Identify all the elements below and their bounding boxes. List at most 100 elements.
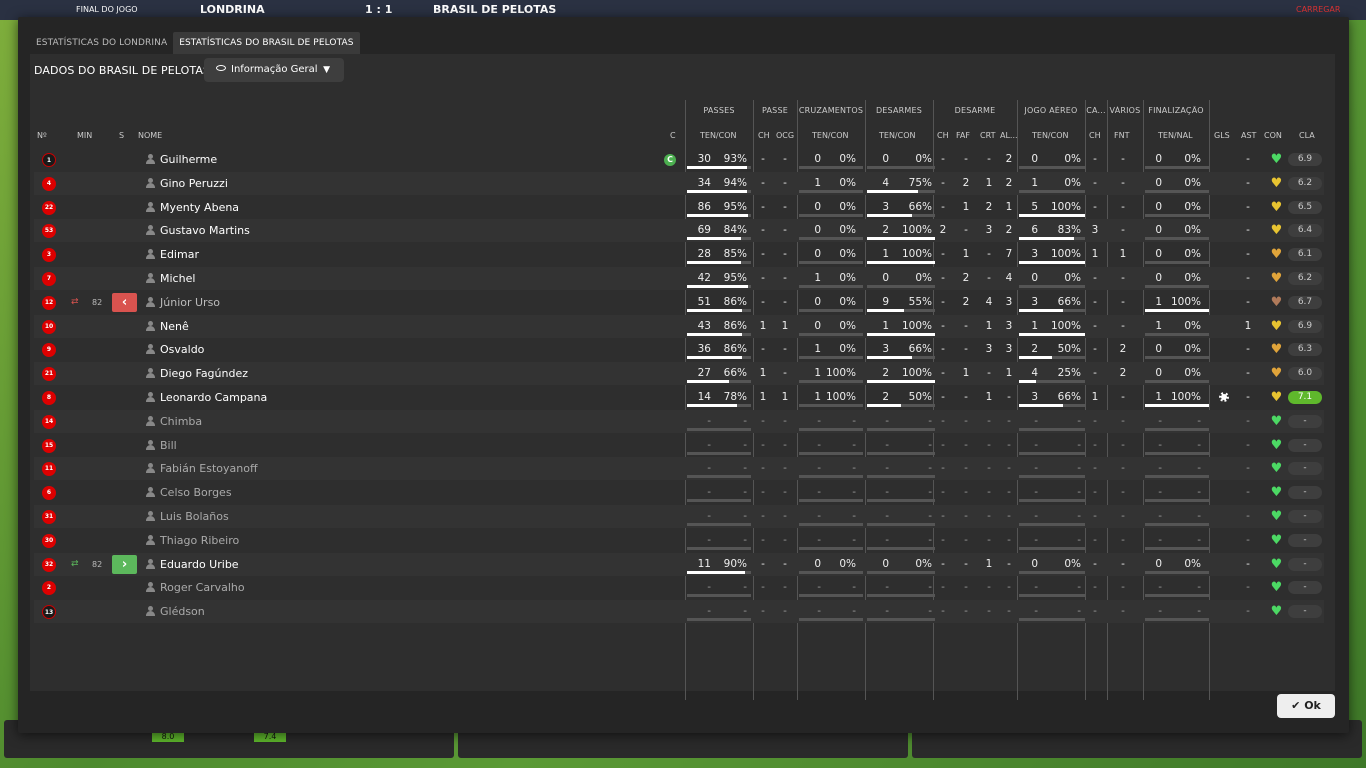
player-name[interactable]: Gustavo Martins <box>160 219 250 242</box>
table-row[interactable]: 11 Fabián Estoyanoff - - - - - - - - - - - - - - - - - - - ♥ - <box>34 457 1324 481</box>
des-faf: - <box>964 510 968 522</box>
pass-ch: 1 <box>759 367 767 380</box>
player-name[interactable]: Bill <box>160 434 177 457</box>
column-header-cla[interactable]: CLA <box>1299 131 1315 140</box>
table-row[interactable]: 21 Diego Fagúndez 27 66% 1-1 100% 2 100% -1-1 4 25… <box>34 362 1324 386</box>
player-name[interactable]: Gino Peruzzi <box>160 172 228 195</box>
column-header-tack-tc[interactable]: TEN/CON <box>879 131 916 140</box>
table-row[interactable]: 31 Luis Bolaños - - - - - - - - - - - - - - - - - - - ♥ - <box>34 505 1324 528</box>
column-header-num[interactable]: Nº <box>37 131 47 140</box>
passes-bar-fill <box>687 308 743 312</box>
table-row[interactable]: 53 Gustavo Martins 69 84% - -0 0% 2 100% 2-3 2 6 83%… <box>34 219 1324 243</box>
player-name[interactable]: Myenty Abena <box>160 196 239 219</box>
column-header-des-al[interactable]: AL... <box>1000 131 1018 140</box>
tackles-bar-fill <box>867 261 935 265</box>
player-name[interactable]: Júnior Urso <box>160 291 220 314</box>
player-name[interactable]: Celso Borges <box>160 481 232 504</box>
table-row[interactable]: 13 Glédson - - - - - - - - - - - - - - - - - - - ♥ - <box>34 600 1324 624</box>
player-name[interactable]: Roger Carvalho <box>160 576 245 599</box>
table-row[interactable]: 4 Gino Peruzzi 34 94% - -1 0% 4 75% -2 1 2 1 0% - -0 0% -… <box>34 171 1324 195</box>
column-header-name[interactable]: NOME <box>138 131 162 140</box>
tab-brasil-stats[interactable]: ESTATÍSTICAS DO BRASIL DE PELOTAS <box>173 32 360 54</box>
player-name[interactable]: Luis Bolaños <box>160 505 229 528</box>
column-header-pass-tc[interactable]: TEN/CON <box>700 131 737 140</box>
shirt-number-icon: 22 <box>42 200 56 215</box>
minute-label: 82 <box>92 297 103 307</box>
table-row[interactable]: 7 Michel 42 95% - -1 0% 0 0% -2-4 0 0% - -0 0% - ♥ 6.2 <box>34 267 1324 290</box>
table-row[interactable]: 12 ⇄ 82 ‹ Júnior Urso 51 86% - -0 0% 9 55% -2 4 3 3 66% -… <box>34 291 1324 314</box>
player-name[interactable]: Glédson <box>160 600 205 623</box>
assists: - <box>1246 153 1250 165</box>
condition-heart-icon: ♥ <box>1270 390 1283 405</box>
tackles-bar-track <box>867 427 935 431</box>
player-name[interactable]: Thiago Ribeiro <box>160 529 239 552</box>
column-header-s[interactable]: S <box>119 131 124 140</box>
des-ch: - <box>941 200 945 213</box>
aerial-bar-track <box>1019 166 1085 169</box>
column-header-des-faf[interactable]: FAF <box>956 131 970 140</box>
table-row[interactable]: 30 Thiago Ribeiro - - - - - - - - - - - - - - - - - - - ♥ - <box>34 529 1324 552</box>
column-header-ast[interactable]: AST <box>1241 131 1256 140</box>
table-row[interactable]: 22 Myenty Abena 86 95% - -0 0% 3 66% -1 2 1 5 100% - -0… <box>34 196 1324 219</box>
column-header-pass-ocg[interactable]: OCG <box>776 131 794 140</box>
table-row[interactable]: 8 Leonardo Campana 14 78% 1 1 1 100% 2 50% - -1-3 66… <box>34 386 1324 409</box>
column-header-cross-tc[interactable]: TEN/CON <box>812 131 849 140</box>
player-name[interactable]: Eduardo Uribe <box>160 553 239 576</box>
table-row[interactable]: 6 Celso Borges - - - - - - - - - - - - - - - - - - - ♥ - <box>34 481 1324 504</box>
aerial-bar-track <box>1019 189 1085 193</box>
shirt-number-icon: 7 <box>42 272 56 286</box>
table-row[interactable]: 15 Bill - - - - - - - - - - - - - - - - - - - ♥ - <box>34 434 1324 457</box>
player-name[interactable]: Guilherme <box>160 148 217 171</box>
player-name[interactable]: Edimar <box>160 243 199 266</box>
shirt-number-icon: 14 <box>42 414 56 429</box>
column-header-cap[interactable]: C <box>670 131 676 140</box>
column-header-var-fnt[interactable]: FNT <box>1114 131 1129 140</box>
des-crt: - <box>987 486 991 499</box>
player-name[interactable]: Diego Fagúndez <box>160 362 248 385</box>
player-name[interactable]: Nenê <box>160 315 189 338</box>
column-header-con[interactable]: CON <box>1264 131 1282 140</box>
shirt-number-icon: 13 <box>42 605 56 620</box>
table-row[interactable]: 14 Chimba - - - - - - - - - - - - - - - - - - - ♥ - <box>34 409 1324 433</box>
table-row[interactable]: 10 Nenê 43 86% 1 1 0 0% 1 100% - -1 3 1 100% - -1 0% 1 ♥ 6.9 <box>34 314 1324 338</box>
crosses-bar-track <box>799 213 863 217</box>
condition-heart-icon: ♥ <box>1270 271 1283 286</box>
player-name[interactable]: Leonardo Campana <box>160 386 267 409</box>
rating-badge: 6.5 <box>1288 200 1322 214</box>
player-icon <box>146 201 155 213</box>
column-header-ca-ch[interactable]: CH <box>1089 131 1101 140</box>
pass-ch: - <box>761 510 765 522</box>
ok-button[interactable]: ✔ Ok <box>1277 694 1335 718</box>
player-name[interactable]: Fabián Estoyanoff <box>160 457 258 480</box>
player-name[interactable]: Osvaldo <box>160 338 204 361</box>
table-row[interactable]: 1 Guilherme C 30 93% - -0 0% 0 0% - - -2 0 0% - -0 0% - ♥ 6.… <box>34 148 1324 171</box>
assists: - <box>1246 414 1250 427</box>
crosses-bar-track <box>799 546 863 550</box>
column-header-des-crt[interactable]: CRT <box>980 131 995 140</box>
table-row[interactable]: 3 Edimar 28 85% - -0 0% 1 100% -1-7 3 100% 1 1 0 0% - ♥ 6.… <box>34 243 1324 266</box>
des-faf: - <box>964 486 968 499</box>
passes-bar-fill <box>687 570 745 574</box>
column-header-fin-tn[interactable]: TEN/NAL <box>1158 131 1193 140</box>
rating-badge: - <box>1288 533 1322 547</box>
pass-ch: - <box>761 414 765 427</box>
crosses-bar-track <box>799 594 863 598</box>
column-header-pass-ch[interactable]: CH <box>758 131 770 140</box>
player-name[interactable]: Michel <box>160 267 195 290</box>
column-header-gls[interactable]: GLS <box>1214 131 1230 140</box>
table-row[interactable]: 9 Osvaldo 36 86% - -1 0% 3 66% - -3 3 2 50% -2 0 0% - ♥ 6.3 <box>34 338 1324 361</box>
var-fnt: - <box>1121 176 1125 189</box>
tab-londrina-stats[interactable]: ESTATÍSTICAS DO LONDRINA <box>30 32 173 54</box>
view-dropdown[interactable]: Informação Geral ▼ <box>204 58 344 82</box>
table-row[interactable]: 2 Roger Carvalho - - - - - - - - - - - - - - - - - - - ♥ - <box>34 576 1324 599</box>
column-header-air-tc[interactable]: TEN/CON <box>1032 131 1069 140</box>
assists: - <box>1246 224 1250 237</box>
player-icon <box>146 296 155 308</box>
ca-ch: - <box>1093 581 1097 594</box>
table-row[interactable]: 32 ⇄ 82 › Eduardo Uribe 11 90% - -0 0% 0 0% - -1-0 0% -… <box>34 552 1324 576</box>
column-header-min[interactable]: MIN <box>77 131 92 140</box>
goal-ball-icon <box>1219 392 1229 402</box>
crosses-bar-track <box>799 332 863 336</box>
column-header-des-ch[interactable]: CH <box>937 131 949 140</box>
player-name[interactable]: Chimba <box>160 410 202 433</box>
